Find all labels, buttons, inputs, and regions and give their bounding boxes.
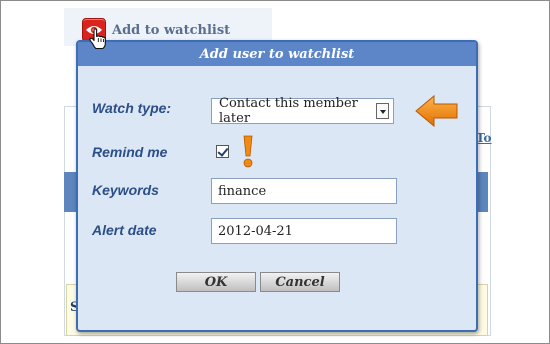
remind-me-checkbox[interactable]	[216, 145, 229, 158]
background-link[interactable]: To	[476, 131, 492, 145]
remind-me-row: Remind me	[78, 138, 476, 168]
add-to-watchlist-dialog: Add user to watchlist Watch type: Contac…	[76, 40, 478, 332]
alert-date-input[interactable]: 2012-04-21	[211, 218, 397, 244]
alert-date-value: 2012-04-21	[218, 223, 293, 239]
alert-date-row: Alert date 2012-04-21	[78, 218, 476, 248]
watch-type-value: Contact this member later	[219, 96, 358, 126]
alert-date-label: Alert date	[92, 222, 157, 238]
watch-type-label: Watch type:	[92, 100, 172, 116]
cancel-button[interactable]: Cancel	[260, 272, 340, 292]
arrow-left-icon	[415, 94, 458, 128]
hand-pointer-icon	[89, 28, 106, 50]
keywords-value: finance	[218, 183, 267, 199]
keywords-row: Keywords finance	[78, 178, 476, 208]
dialog-title: Add user to watchlist	[78, 42, 476, 66]
add-to-watchlist-label[interactable]: Add to watchlist	[112, 23, 230, 38]
watch-type-select[interactable]: Contact this member later	[211, 96, 394, 126]
keywords-input[interactable]: finance	[211, 178, 397, 204]
ok-button[interactable]: OK	[176, 272, 256, 292]
exclamation-icon	[243, 135, 253, 168]
chevron-down-icon[interactable]	[376, 103, 389, 119]
remind-me-label: Remind me	[92, 144, 168, 160]
keywords-label: Keywords	[92, 182, 159, 198]
